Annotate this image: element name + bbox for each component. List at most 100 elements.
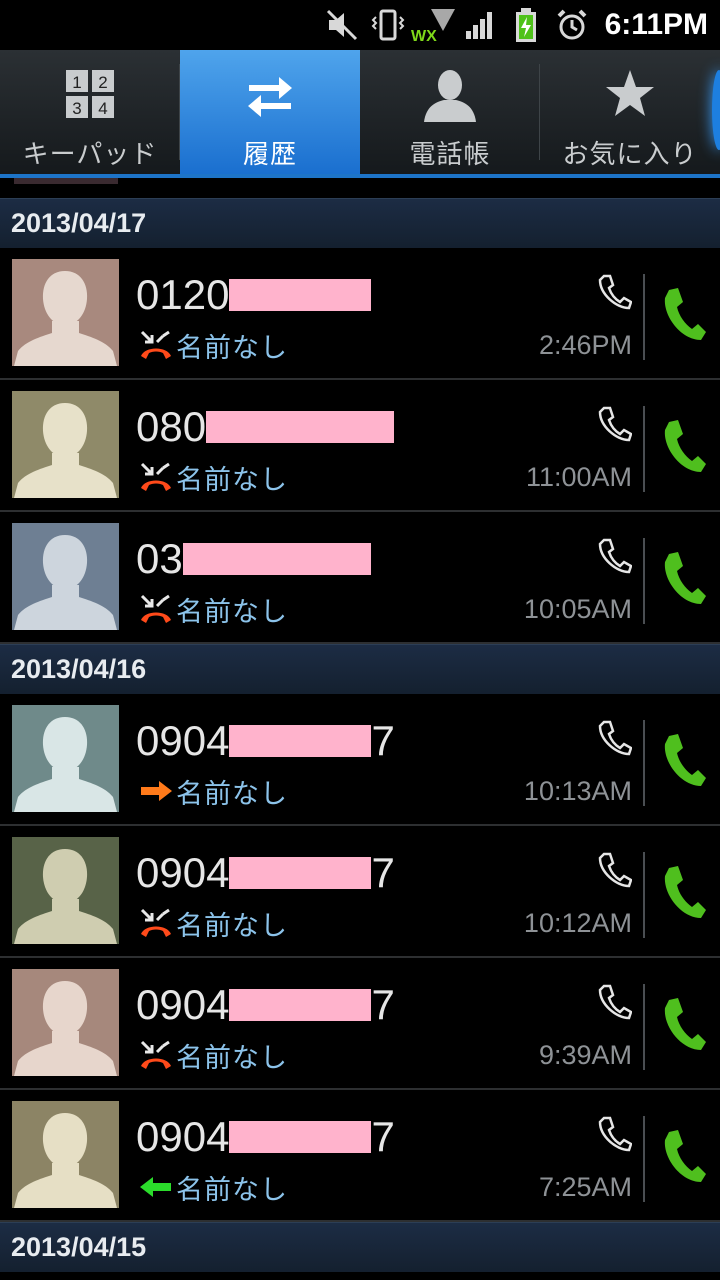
keypad-digit-1: 1 <box>72 73 81 92</box>
history-icon <box>245 62 295 126</box>
tab-history[interactable]: 履歴 <box>180 50 360 174</box>
battery-charging-icon <box>503 0 549 50</box>
tab-contacts-label: 電話帳 <box>409 140 491 170</box>
missed-call-icon <box>138 1039 174 1071</box>
tab-favorites[interactable]: お気に入り <box>540 50 720 174</box>
call-details: 名前なし <box>138 1038 288 1074</box>
number-suffix: 7 <box>371 1113 395 1160</box>
redaction-mask <box>206 411 395 443</box>
call-details: 名前なし <box>138 774 288 810</box>
tab-keypad-label: キーパッド <box>22 140 158 170</box>
contact-avatar-icon[interactable] <box>12 523 119 630</box>
row-divider <box>643 852 645 938</box>
call-button-phone-icon[interactable] <box>661 996 707 1052</box>
keypad-icon: 1 2 3 4 <box>65 62 115 126</box>
star-icon <box>604 62 656 126</box>
redaction-mask <box>229 989 372 1021</box>
missed-call-icon <box>138 329 174 361</box>
call-button-phone-icon[interactable] <box>661 550 707 606</box>
contact-avatar-icon[interactable] <box>12 391 119 498</box>
call-button-phone-icon[interactable] <box>661 1128 707 1184</box>
alarm-icon <box>549 0 595 50</box>
number-suffix: 7 <box>371 849 395 896</box>
voice-call-type-icon <box>598 852 633 888</box>
row-divider <box>643 538 645 624</box>
number-suffix: 7 <box>371 981 395 1028</box>
call-details: 名前なし <box>138 592 288 628</box>
row-divider <box>643 274 645 360</box>
phone-number: 080 <box>136 402 395 452</box>
number-prefix: 0120 <box>136 271 230 318</box>
contact-avatar-icon[interactable] <box>12 259 119 366</box>
redaction-mask <box>229 857 372 889</box>
call-log-row[interactable]: 0904 7 名前なし 7:25AM <box>0 1090 720 1222</box>
redaction-mask <box>182 543 371 575</box>
contact-name: 名前なし <box>176 1174 288 1206</box>
status-bar: WX 6:11PM <box>0 0 720 50</box>
call-time: 10:05AM <box>523 594 632 624</box>
phone-number: 0904 7 <box>136 980 395 1030</box>
date-header: 2013/04/15 <box>0 1222 720 1272</box>
contact-avatar-icon[interactable] <box>12 705 119 812</box>
signal-icon <box>457 0 503 50</box>
contacts-icon <box>422 62 478 126</box>
tab-keypad[interactable]: 1 2 3 4 キーパッド <box>0 50 180 174</box>
number-prefix: 03 <box>136 535 183 582</box>
contact-name: 名前なし <box>176 910 288 942</box>
number-prefix: 0904 <box>136 981 230 1028</box>
wifi-label: WX <box>411 28 437 45</box>
wifi-icon: WX <box>411 0 457 50</box>
call-log-row[interactable]: 0904 7 名前なし 9:39AM <box>0 958 720 1090</box>
voice-call-type-icon <box>598 538 633 574</box>
contact-name: 名前なし <box>176 596 288 628</box>
missed-call-icon <box>138 461 174 493</box>
call-time: 9:39AM <box>538 1040 632 1070</box>
missed-call-icon <box>138 907 174 939</box>
call-log-row[interactable]: 03 名前なし 10:05AM <box>0 512 720 644</box>
contact-avatar-icon[interactable] <box>12 1101 119 1208</box>
voice-call-type-icon <box>598 984 633 1020</box>
redaction-mask <box>229 1121 372 1153</box>
call-details: 名前なし <box>138 1170 288 1206</box>
redaction-mask <box>229 279 372 311</box>
phone-number: 0904 7 <box>136 716 395 766</box>
outgoing-call-icon <box>138 775 174 807</box>
call-log-row[interactable]: 0904 7 名前なし 10:13AM <box>0 694 720 826</box>
call-button-phone-icon[interactable] <box>661 286 707 342</box>
contact-name: 名前なし <box>176 464 288 496</box>
voice-call-type-icon <box>598 406 633 442</box>
number-prefix: 0904 <box>136 1113 230 1160</box>
tab-contacts[interactable]: 電話帳 <box>360 50 540 174</box>
contact-name: 名前なし <box>176 778 288 810</box>
incoming-call-icon <box>138 1171 174 1203</box>
phone-number: 0904 7 <box>136 1112 395 1162</box>
call-button-phone-icon[interactable] <box>661 864 707 920</box>
call-log-list[interactable]: 2013/04/17 0120 名前なし 2:46PM 080 名前なし 11:00AM 03… <box>0 178 720 1272</box>
redaction-mask <box>229 725 372 757</box>
row-divider <box>643 984 645 1070</box>
call-log-row[interactable]: 0120 名前なし 2:46PM <box>0 248 720 380</box>
contact-avatar-icon[interactable] <box>12 969 119 1076</box>
voice-call-type-icon <box>598 274 633 310</box>
missed-call-icon <box>138 593 174 625</box>
tab-bar: 1 2 3 4 キーパッド 履歴 電話帳 お気に入り <box>0 50 720 178</box>
call-time: 2:46PM <box>538 330 632 360</box>
tab-history-label: 履歴 <box>242 140 297 170</box>
row-divider <box>643 1116 645 1202</box>
call-time: 7:25AM <box>538 1172 632 1202</box>
list-top-edge <box>0 178 720 198</box>
call-button-phone-icon[interactable] <box>661 732 707 788</box>
keypad-digit-4: 4 <box>98 99 107 118</box>
row-divider <box>643 720 645 806</box>
call-details: 名前なし <box>138 906 288 942</box>
contact-name: 名前なし <box>176 1042 288 1074</box>
call-time: 11:00AM <box>525 462 632 492</box>
call-log-row[interactable]: 0904 7 名前なし 10:12AM <box>0 826 720 958</box>
voice-call-type-icon <box>598 1116 633 1152</box>
contact-avatar-icon[interactable] <box>12 837 119 944</box>
call-log-row[interactable]: 080 名前なし 11:00AM <box>0 380 720 512</box>
row-divider <box>643 406 645 492</box>
call-button-phone-icon[interactable] <box>661 418 707 474</box>
date-header: 2013/04/16 <box>0 644 720 694</box>
keypad-digit-2: 2 <box>98 73 107 92</box>
